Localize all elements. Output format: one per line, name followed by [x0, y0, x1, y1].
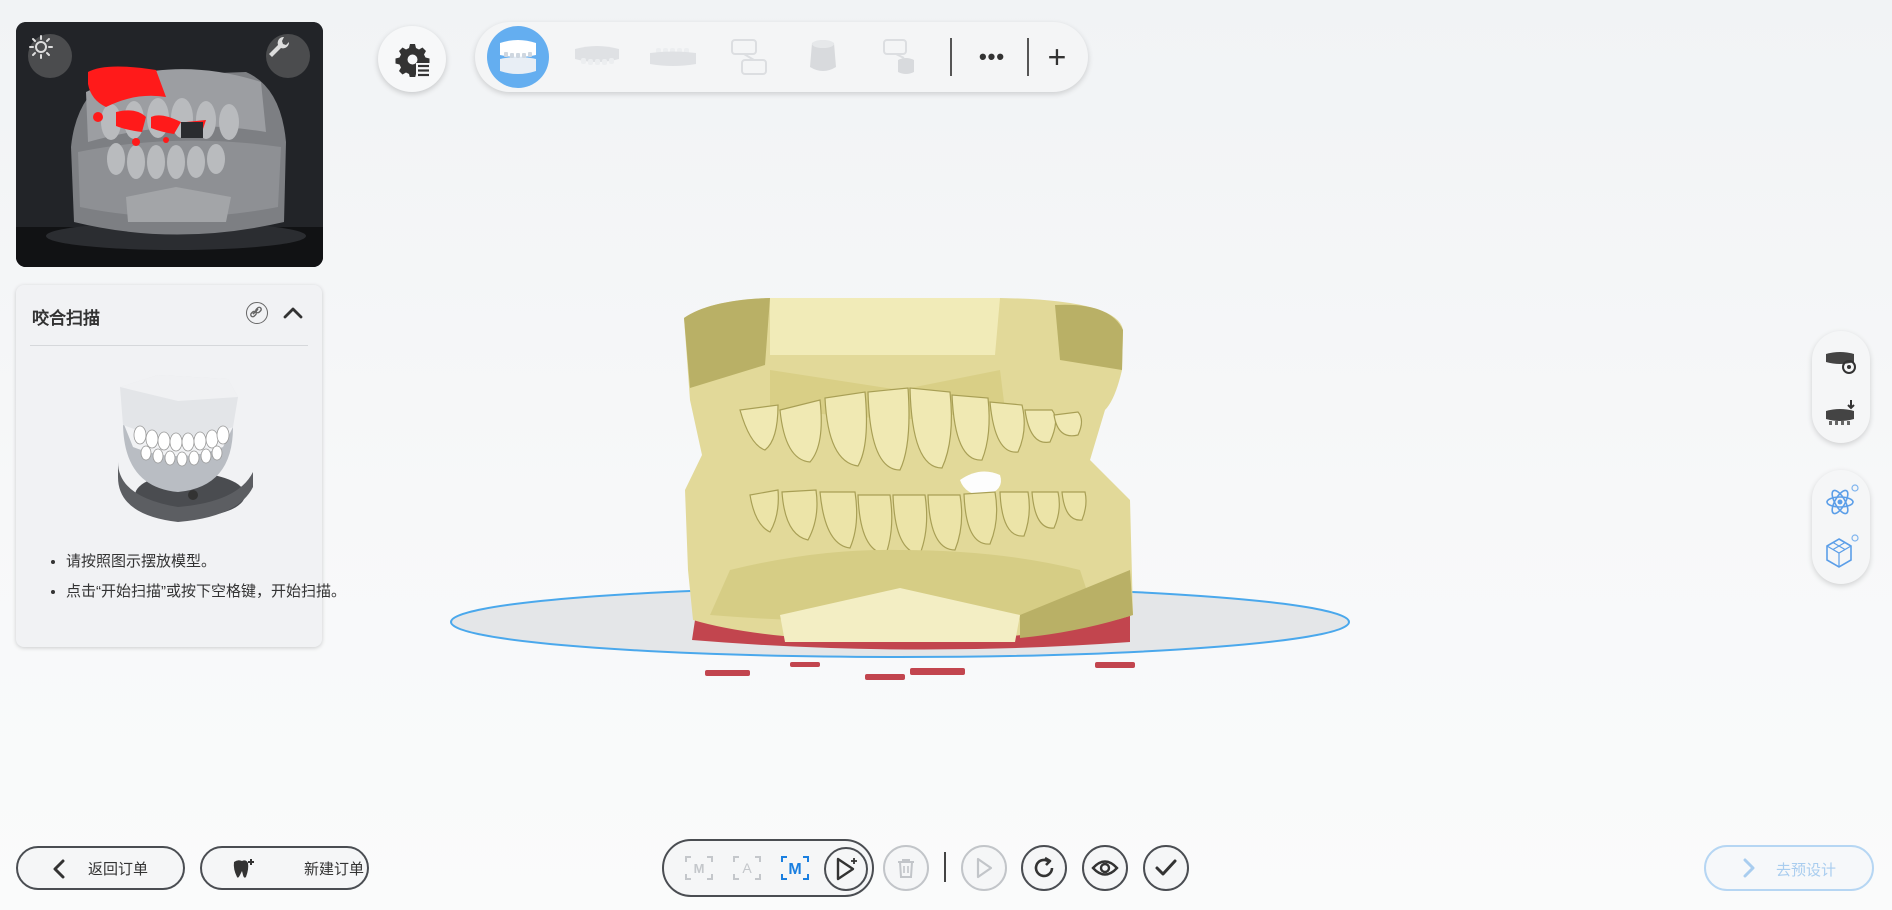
add-button[interactable]: +: [1035, 28, 1079, 86]
svg-text:M: M: [694, 861, 705, 876]
chevron-up-icon[interactable]: [282, 303, 304, 323]
toolbar-divider: [1027, 38, 1029, 76]
play-add-icon: [836, 857, 857, 881]
new-order-label: 新建订单: [304, 860, 365, 878]
upper-lower-jaw-icon: [500, 40, 536, 74]
link-icon[interactable]: [246, 302, 268, 324]
more-button[interactable]: •••: [965, 28, 1019, 86]
back-to-order-label: 返回订单: [88, 860, 149, 878]
abutment-icon: [810, 40, 836, 71]
back-to-order-button[interactable]: 返回订单: [16, 846, 185, 890]
resume-scan-button[interactable]: [961, 845, 1007, 891]
mesh-cube-icon: [1826, 534, 1859, 568]
go-pre-design-button[interactable]: 去预设计: [1704, 845, 1874, 891]
tab-bite-scan[interactable]: [723, 28, 775, 86]
bottom-divider: [944, 852, 946, 882]
guide-instructions: 请按照图示摆放模型。 点击“开始扫描”或按下空格键，开始扫描。: [36, 550, 346, 610]
right-tool-group-1: [1812, 331, 1870, 443]
3d-scan-viewport[interactable]: [440, 270, 1360, 700]
instruction-item: 点击“开始扫描”或按下空格键，开始扫描。: [66, 580, 346, 604]
jaw-import-icon: [1826, 400, 1855, 425]
multi-mode-button[interactable]: M: [780, 855, 810, 881]
settings-button[interactable]: [378, 26, 446, 92]
eye-icon: [1091, 860, 1119, 876]
manual-mode-icon: M: [685, 856, 713, 880]
new-order-button[interactable]: 新建订单: [200, 846, 369, 890]
svg-text:M: M: [788, 861, 801, 878]
tab-abutment[interactable]: [801, 28, 845, 86]
confirm-button[interactable]: [1143, 845, 1189, 891]
auto-mode-icon: A: [733, 856, 761, 880]
multi-mode-icon: M: [781, 856, 809, 880]
chevron-left-icon: [53, 859, 65, 879]
instruction-item: 请按照图示摆放模型。: [66, 550, 346, 574]
tab-post-scan[interactable]: [875, 28, 927, 86]
lower-jaw-icon: [650, 48, 696, 66]
tab-lower-jaw[interactable]: [645, 28, 701, 86]
go-pre-design-label: 去预设计: [1776, 862, 1837, 879]
bite-scan-icon: [731, 39, 767, 75]
tab-upper-lower-jaw[interactable]: [487, 26, 549, 88]
upper-jaw-icon: [575, 46, 619, 65]
post-scan-icon: [883, 39, 914, 74]
chevron-right-icon: [1743, 858, 1755, 878]
jaw-settings-icon: [1826, 352, 1856, 374]
trash-icon: [898, 859, 914, 878]
upper-jaw-settings-button[interactable]: [1821, 343, 1861, 383]
checkmark-icon: [1155, 859, 1177, 876]
scan-mode-group: M A M: [662, 839, 874, 897]
bite-model-illustration: [118, 375, 253, 522]
mesh-view-button[interactable]: [1821, 532, 1861, 572]
brightness-button[interactable]: [28, 34, 72, 78]
tooth-add-icon: [233, 859, 254, 878]
auto-mode-button[interactable]: A: [732, 855, 762, 881]
right-tool-group-2: [1812, 470, 1870, 584]
ai-scan-button[interactable]: [1821, 482, 1861, 522]
guide-panel: 咬合扫描 请按照图示摆放模型。 点击“开始扫描”或按下空格键，开始扫描。: [16, 285, 346, 647]
refresh-icon: [1034, 856, 1054, 878]
visibility-button[interactable]: [1082, 845, 1128, 891]
start-scan-button[interactable]: [824, 847, 868, 891]
brightness-icon: [29, 35, 53, 59]
play-icon: [976, 857, 993, 879]
delete-button[interactable]: [883, 845, 929, 891]
guide-divider: [30, 345, 308, 346]
dental-model: [684, 298, 1133, 642]
gear-settings-icon: [395, 44, 430, 77]
lower-jaw-import-button[interactable]: [1821, 393, 1861, 433]
scan-step-toolbar: ••• +: [475, 22, 1088, 92]
wrench-icon: [269, 36, 290, 57]
guide-title: 咬合扫描: [32, 309, 100, 328]
calibration-button[interactable]: [266, 34, 310, 78]
atom-icon: [1826, 484, 1859, 515]
refresh-button[interactable]: [1021, 845, 1067, 891]
camera-preview: [16, 22, 323, 267]
tab-upper-jaw[interactable]: [569, 28, 625, 86]
svg-text:A: A: [742, 860, 752, 876]
toolbar-divider: [950, 38, 952, 76]
manual-mode-button[interactable]: M: [684, 855, 714, 881]
